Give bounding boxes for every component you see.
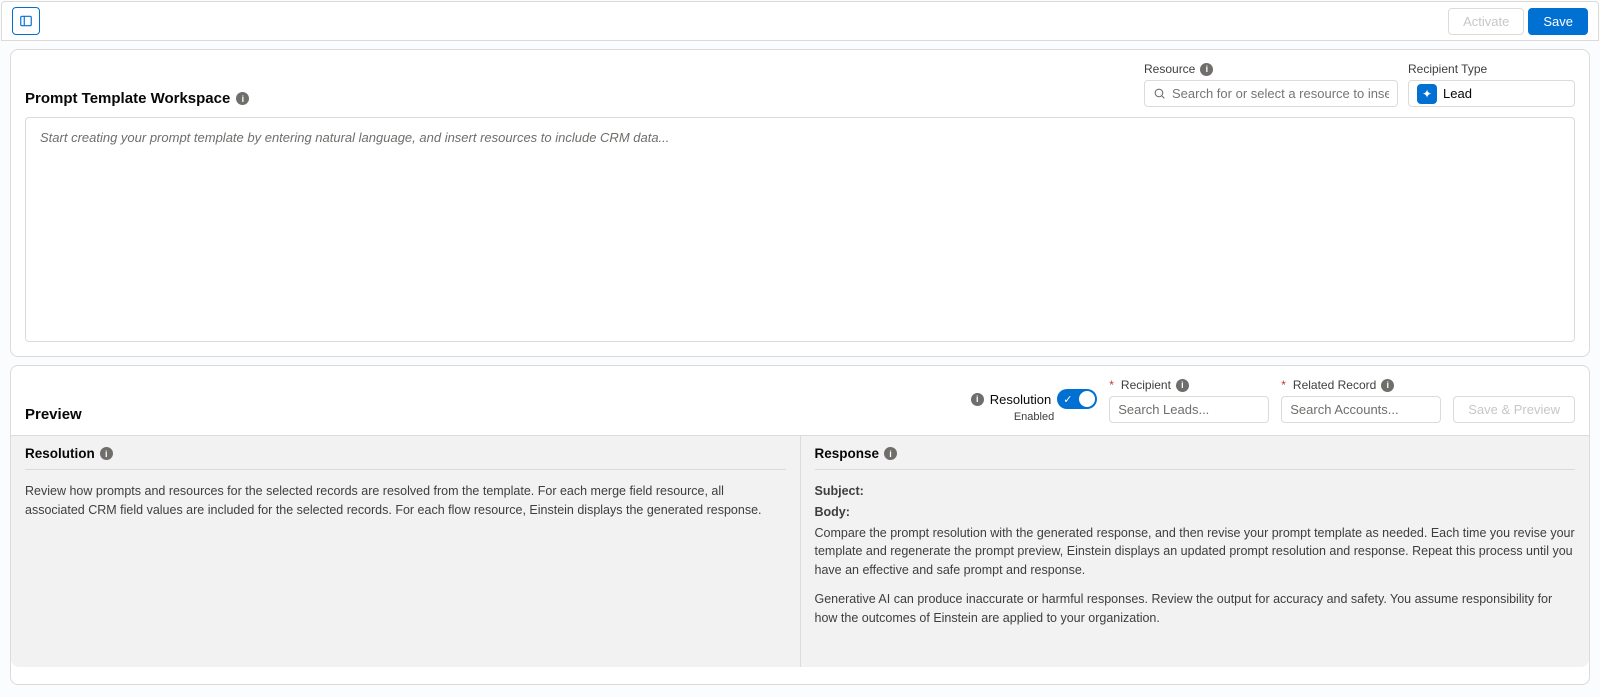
resolution-section-title: Resolution i [25,446,786,470]
resolution-toggle-wrap: i Resolution ✓ Enabled [971,389,1097,423]
resource-label: Resource i [1144,62,1398,76]
recipient-type-label-text: Recipient Type [1408,62,1487,76]
workspace-fields: Resource i Recipient Type ✦ Lead [1144,62,1575,107]
preview-split: Resolution i Review how prompts and reso… [11,435,1589,667]
related-record-search[interactable] [1281,396,1441,423]
body-label: Body: [815,505,850,519]
activate-button[interactable]: Activate [1448,8,1524,35]
info-icon[interactable]: i [1200,63,1213,76]
resolution-column: Resolution i Review how prompts and reso… [11,436,801,667]
preview-title: Preview [25,406,82,423]
info-icon[interactable]: i [236,92,249,105]
resource-label-text: Resource [1144,62,1195,76]
info-icon[interactable]: i [100,447,113,460]
workspace-title-text: Prompt Template Workspace [25,90,230,107]
response-body: Subject: Body: Compare the prompt resolu… [815,482,1576,627]
toggle-state-label: Enabled [1014,411,1054,423]
sidebar-toggle-button[interactable] [12,7,40,35]
workspace-title: Prompt Template Workspace i [25,90,249,107]
info-icon[interactable]: i [1381,379,1394,392]
resolution-body-text: Review how prompts and resources for the… [25,482,786,520]
related-record-field: * Related Record i [1281,378,1441,423]
response-section-title: Response i [815,446,1576,470]
recipient-search[interactable] [1109,396,1269,423]
resource-input-field[interactable] [1172,86,1389,101]
save-and-preview-button[interactable]: Save & Preview [1453,396,1575,423]
recipient-field: * Recipient i [1109,378,1269,423]
recipient-type-select[interactable]: ✦ Lead [1408,80,1575,107]
required-marker: * [1109,378,1114,392]
resolution-toggle-row: i Resolution ✓ [971,389,1097,409]
preview-controls: i Resolution ✓ Enabled * Recipient i [971,378,1575,423]
info-icon[interactable]: i [1176,379,1189,392]
resolution-toggle[interactable]: ✓ [1057,389,1097,409]
panel-icon [19,14,33,28]
check-icon: ✓ [1063,393,1072,406]
workspace-panel: Prompt Template Workspace i Resource i R… [10,49,1590,357]
related-record-label-text: Related Record [1293,378,1376,392]
response-column: Response i Subject: Body: Compare the pr… [801,436,1590,667]
required-marker: * [1281,378,1286,392]
preview-panel: Preview i Resolution ✓ Enabled * Recipie… [10,365,1590,685]
recipient-label: * Recipient i [1109,378,1269,392]
workspace-header: Prompt Template Workspace i Resource i R… [11,50,1589,117]
recipient-input[interactable] [1118,402,1294,417]
recipient-type-label: Recipient Type [1408,62,1575,76]
recipient-type-value: Lead [1443,86,1472,101]
related-record-label: * Related Record i [1281,378,1441,392]
save-button[interactable]: Save [1528,8,1588,35]
toolbar-buttons: Activate Save [1448,8,1588,35]
info-icon[interactable]: i [884,447,897,460]
subject-label: Subject: [815,484,864,498]
resolution-title-text: Resolution [25,446,95,461]
recipient-type-field: Recipient Type ✦ Lead [1408,62,1575,107]
info-icon[interactable]: i [971,393,984,406]
prompt-template-editor[interactable]: Start creating your prompt template by e… [25,117,1575,342]
resource-search-input[interactable] [1144,80,1398,107]
resolution-toggle-label: Resolution [990,392,1051,407]
response-body-1: Compare the prompt resolution with the g… [815,524,1576,580]
toggle-knob [1079,391,1095,407]
preview-header: Preview i Resolution ✓ Enabled * Recipie… [11,366,1589,435]
lead-icon: ✦ [1417,84,1437,104]
top-toolbar: Activate Save [1,1,1599,41]
recipient-label-text: Recipient [1121,378,1171,392]
resource-field: Resource i [1144,62,1398,107]
response-body-2: Generative AI can produce inaccurate or … [815,590,1576,628]
related-record-input[interactable] [1290,402,1466,417]
response-title-text: Response [815,446,880,461]
search-icon [1153,87,1166,100]
resolution-body: Review how prompts and resources for the… [25,482,786,520]
